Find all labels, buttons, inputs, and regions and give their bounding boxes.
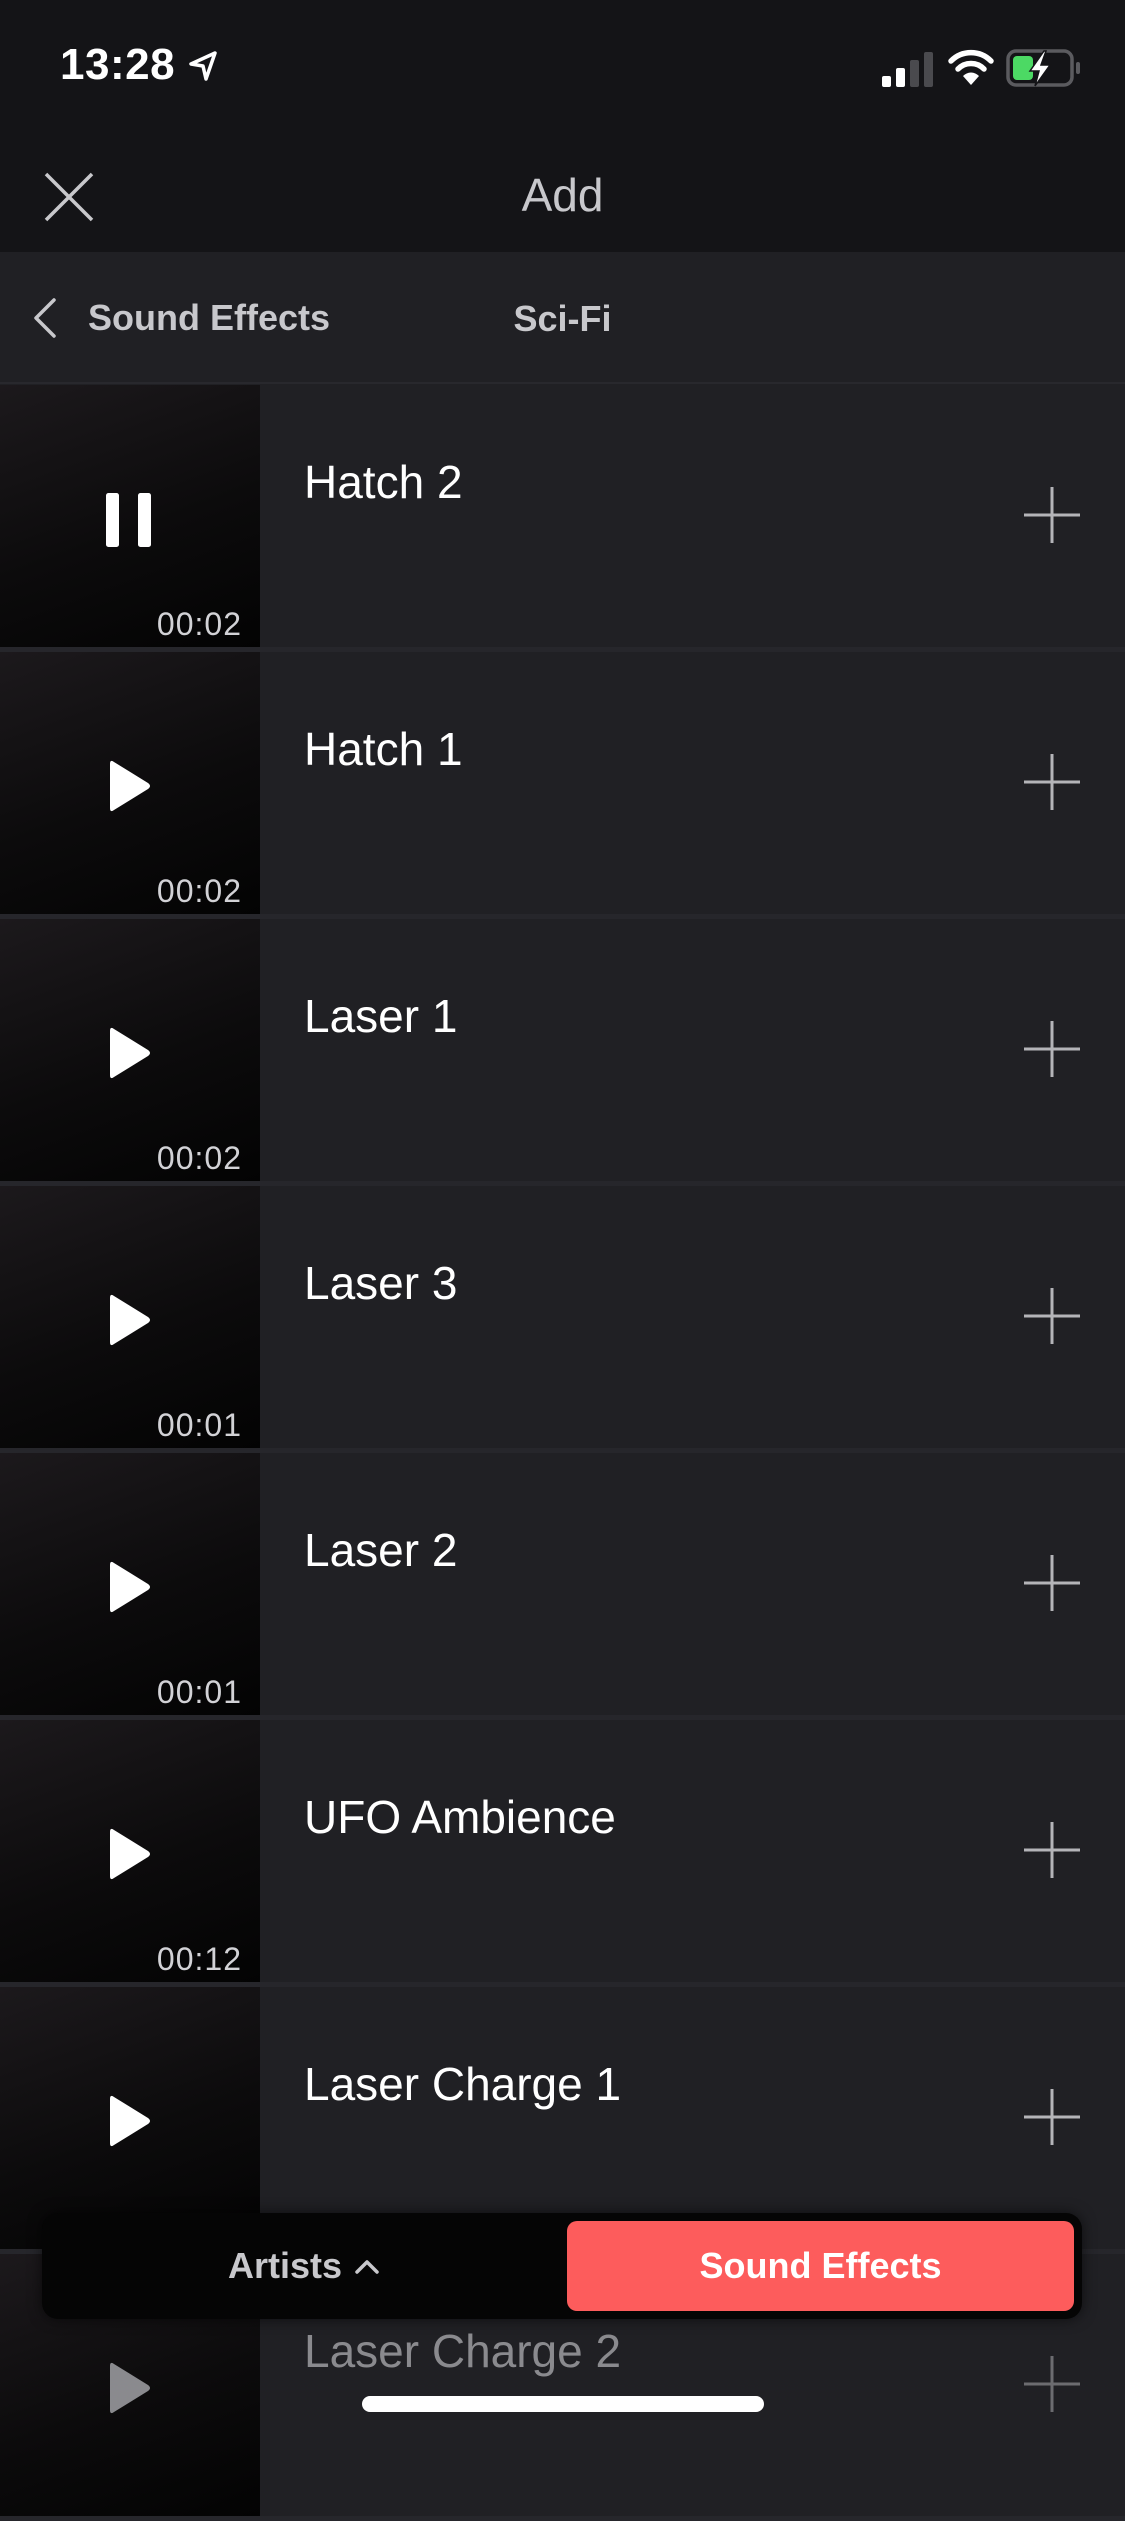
track-row[interactable]: 00:02 Hatch 2 (0, 385, 1125, 652)
artists-tab[interactable]: Artists (42, 2213, 566, 2319)
plus-icon[interactable] (1020, 2352, 1084, 2416)
track-title: Hatch 2 (304, 456, 463, 508)
track-title: Laser Charge 1 (304, 2058, 622, 2110)
track-duration: 00:12 (156, 1941, 242, 1977)
track-thumbnail[interactable]: 00:02 (0, 652, 260, 914)
status-time: 13:28 (60, 40, 176, 89)
play-icon[interactable] (106, 2093, 154, 2149)
nav-bar: Add (0, 140, 1125, 252)
play-icon[interactable] (106, 1292, 154, 1348)
plus-icon[interactable] (1020, 1818, 1084, 1882)
track-title: Laser 3 (304, 1257, 458, 1309)
play-icon[interactable] (106, 1025, 154, 1081)
pause-icon[interactable] (104, 491, 156, 549)
track-title: Laser 1 (304, 990, 458, 1042)
track-thumbnail[interactable]: 00:12 (0, 1720, 260, 1982)
track-thumbnail[interactable]: 00:01 (0, 1453, 260, 1715)
track-thumbnail[interactable]: 00:01 (0, 1186, 260, 1448)
plus-icon[interactable] (1020, 1284, 1084, 1348)
plus-icon[interactable] (1020, 750, 1084, 814)
breadcrumb-current: Sci-Fi (513, 298, 612, 339)
play-icon[interactable] (106, 2360, 154, 2416)
home-indicator[interactable] (362, 2396, 764, 2412)
battery-charging-icon (1006, 49, 1080, 87)
track-duration: 00:01 (156, 1407, 242, 1443)
plus-icon[interactable] (1020, 483, 1084, 547)
track-row[interactable]: 00:01 Laser 2 (0, 1453, 1125, 1720)
track-thumbnail[interactable]: 00:02 (0, 919, 260, 1181)
status-bar: 13:28 (0, 0, 1125, 140)
plus-icon[interactable] (1020, 1017, 1084, 1081)
caret-up-icon (355, 2260, 379, 2274)
track-title: Laser 2 (304, 1524, 458, 1576)
track-duration: 00:02 (156, 606, 242, 642)
sound-effects-tab-label: Sound Effects (699, 2245, 942, 2286)
track-thumbnail[interactable] (0, 1987, 260, 2249)
page-title: Add (521, 169, 604, 221)
track-duration: 00:02 (156, 1140, 242, 1176)
plus-icon[interactable] (1020, 1551, 1084, 1615)
plus-icon[interactable] (1020, 2085, 1084, 2149)
sound-effects-tab[interactable]: Sound Effects (567, 2221, 1074, 2311)
wifi-icon (948, 49, 994, 85)
cellular-signal-icon (882, 52, 933, 87)
track-row[interactable]: 00:02 Hatch 1 (0, 652, 1125, 919)
play-icon[interactable] (106, 1826, 154, 1882)
track-row[interactable]: 00:01 Laser 3 (0, 1186, 1125, 1453)
track-row[interactable]: 00:12 UFO Ambience (0, 1720, 1125, 1987)
track-duration: 00:01 (156, 1674, 242, 1710)
track-title: Hatch 1 (304, 723, 463, 775)
play-icon[interactable] (106, 1559, 154, 1615)
track-title: UFO Ambience (304, 1791, 616, 1843)
source-segmented-control: Artists Sound Effects (42, 2213, 1082, 2319)
location-arrow-icon (189, 51, 217, 81)
track-title: Laser Charge 2 (304, 2325, 622, 2377)
breadcrumb: Sound Effects Sci-Fi (0, 252, 1125, 384)
track-thumbnail[interactable]: 00:02 (0, 385, 260, 647)
play-icon[interactable] (106, 758, 154, 814)
track-row[interactable]: 00:02 Laser 1 (0, 919, 1125, 1186)
track-duration: 00:02 (156, 873, 242, 909)
artists-tab-label: Artists (227, 2245, 343, 2286)
